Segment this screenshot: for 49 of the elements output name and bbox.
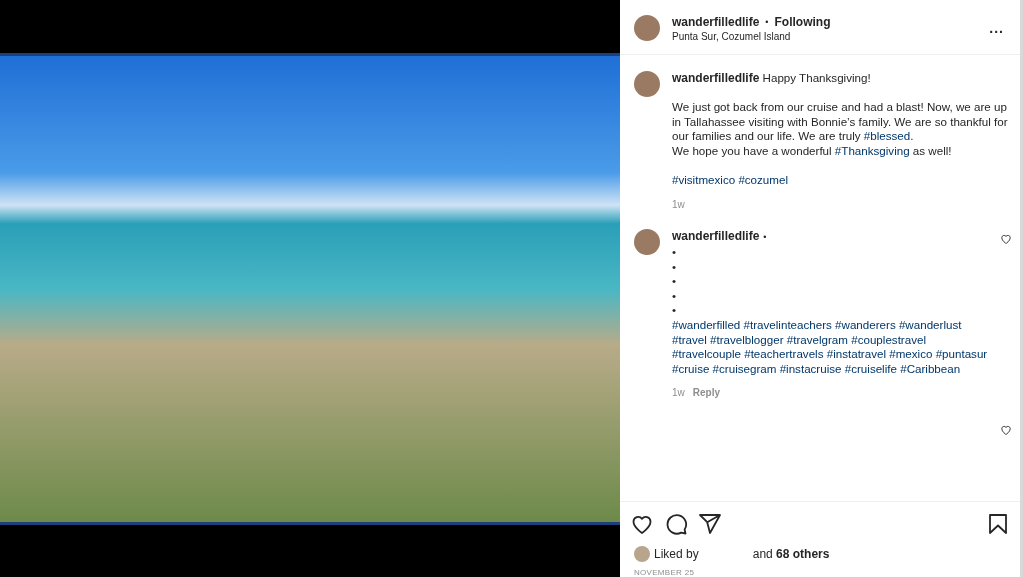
- hashtag-link[interactable]: #travel: [672, 332, 707, 346]
- comment-text: •: [672, 244, 678, 260]
- comment-text: •: [672, 288, 678, 304]
- comment-text: •: [672, 274, 678, 289]
- username-link[interactable]: wanderfilledlife: [672, 229, 760, 244]
- comment-time: 1w: [672, 386, 685, 401]
- username-link[interactable]: wanderfilledlife: [672, 14, 760, 29]
- liker-avatar: [634, 546, 650, 562]
- comment-icon[interactable]: [664, 512, 688, 536]
- post-date: NOVEMBER 25: [633, 567, 696, 577]
- hashtag-link[interactable]: #visitmexico: [672, 173, 736, 187]
- hashtag-link[interactable]: #wanderfilled: [672, 317, 741, 331]
- avatar[interactable]: [634, 71, 660, 97]
- hashtag-link[interactable]: #instatravel: [826, 347, 886, 361]
- comment-text: •: [672, 259, 678, 275]
- hashtag-link[interactable]: #couplestravel: [851, 332, 926, 346]
- hashtag-link[interactable]: #wanderers: [835, 317, 896, 331]
- likes-count[interactable]: and 68 others: [752, 547, 830, 561]
- hashtag-link[interactable]: #mexico: [889, 347, 933, 361]
- hashtag-link[interactable]: #Caribbean: [900, 361, 961, 375]
- following-button[interactable]: Following: [774, 14, 831, 29]
- more-options-button[interactable]: ...: [989, 20, 1004, 36]
- hashtag-link[interactable]: #travelblogger: [710, 332, 784, 346]
- share-icon[interactable]: [698, 512, 722, 536]
- avatar[interactable]: [634, 15, 660, 41]
- hashtag-link[interactable]: #teachertravels: [744, 347, 824, 361]
- comment-text: We just got back from our cruise and had a blast! Now, we are up in Tallahassee visiting with Bonnie’s family. We are so thankful for our families and our life. We are truly #blessed.: [672, 100, 1009, 144]
- location-link[interactable]: Punta Sur, Cozumel Island: [672, 30, 990, 42]
- comment-text: We hope you have a wonderful #Thanksgiving as well!: [672, 143, 953, 159]
- hashtag-link[interactable]: #Thanksgiving: [834, 143, 910, 157]
- hashtag-link[interactable]: #instacruise: [779, 361, 842, 375]
- hashtag-link[interactable]: #travelinteachers: [743, 317, 832, 331]
- avatar[interactable]: [634, 229, 660, 256]
- hashtag-link[interactable]: #cruise: [672, 361, 710, 375]
- comment-text: wanderfilledlife Happy Thanksgiving!: [672, 71, 872, 86]
- hashtag-link[interactable]: #cruisegram: [712, 361, 777, 375]
- separator-dot: •: [763, 232, 767, 243]
- hashtag-link[interactable]: #travelgram: [786, 332, 848, 346]
- username-link[interactable]: wanderfilledlife: [672, 71, 760, 85]
- bookmark-icon[interactable]: [986, 512, 1010, 536]
- hashtag-link[interactable]: #wanderlust: [898, 317, 962, 331]
- comment-time: 1w: [672, 197, 685, 212]
- liked-by-text: Liked by: [654, 547, 699, 561]
- separator-dot: •: [765, 16, 769, 27]
- hashtag-link[interactable]: #puntasur: [935, 347, 988, 361]
- hashtag-link[interactable]: #cruiselife: [844, 361, 897, 375]
- hashtag-link[interactable]: #travelcouple: [672, 347, 741, 361]
- hashtag-link[interactable]: #cozumel: [738, 173, 788, 187]
- comment-text: •: [672, 303, 678, 318]
